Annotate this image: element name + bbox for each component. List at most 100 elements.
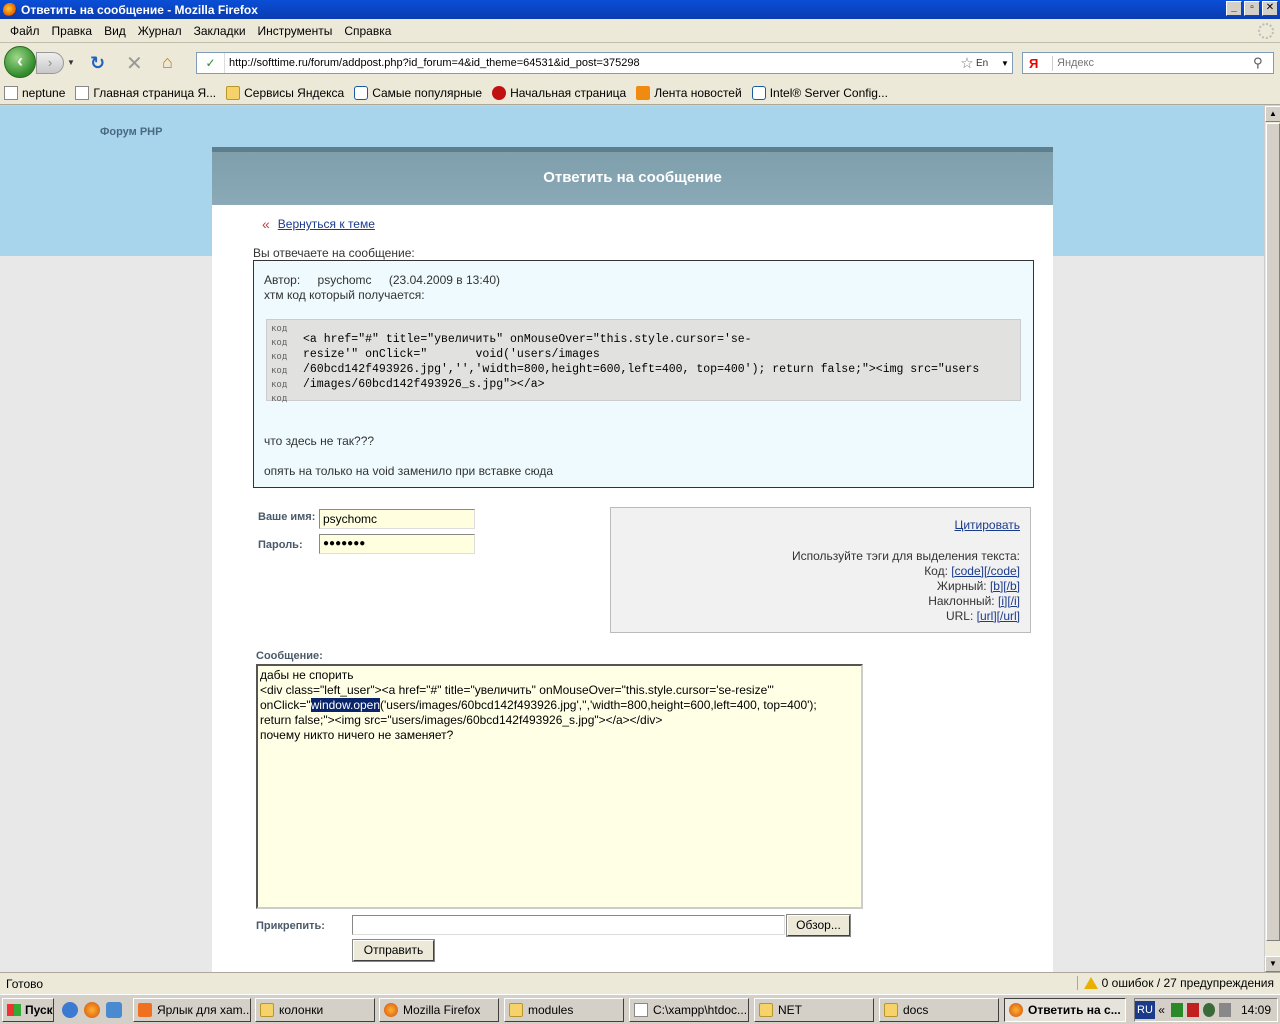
bookmark-news-feed[interactable]: Лента новостей [636,85,742,100]
message-text: что здесь не так??? [264,434,375,448]
bookmark-intel-server[interactable]: Intel® Server Config... [751,85,888,100]
shortcut-icon [138,1003,152,1017]
tag-bold-row: Жирный: [b][/b] [936,579,1020,593]
menu-tools[interactable]: Инструменты [252,24,339,38]
formatting-tags-box: Цитировать Используйте тэги для выделени… [610,507,1031,633]
task-docs[interactable]: docs [879,998,999,1022]
forum-php-link[interactable]: Форум PHP [100,126,162,138]
menu-history[interactable]: Журнал [132,24,188,38]
main-panel: Ответить на сообщение « Вернуться к теме… [212,147,1053,972]
back-to-topic-link[interactable]: Вернуться к теме [278,217,375,231]
cite-link[interactable]: Цитировать [954,518,1020,532]
maximize-button[interactable]: ▫ [1244,1,1260,16]
home-icon[interactable]: ⌂ [162,52,173,73]
bold-tag-link[interactable]: [b][/b] [990,579,1020,593]
bookmark-start-page[interactable]: Начальная страница [492,85,626,100]
code-gutter: код код код код код код [271,324,288,404]
back-button[interactable]: ‹ [4,46,36,78]
error-console-indicator[interactable]: 0 ошибок / 27 предупреждения [1076,976,1274,990]
message-textarea[interactable]: дабы не спорить <div class="left_user"><… [256,664,863,909]
page-icon [75,85,90,100]
bookmark-yandex-services[interactable]: Сервисы Яндекса [226,85,344,100]
task-net[interactable]: NET [754,998,874,1022]
code-tag-link[interactable]: [code][/code] [951,564,1020,578]
menu-view[interactable]: Вид [98,24,132,38]
scrollbar-thumb[interactable] [1266,123,1280,941]
menu-edit[interactable]: Правка [46,24,99,38]
task-firefox[interactable]: Mozilla Firefox [379,998,499,1022]
bookmark-most-popular[interactable]: Самые популярные [354,85,482,100]
page-icon [4,85,18,100]
scroll-up-icon[interactable]: ▲ [1265,106,1280,122]
antivirus-icon[interactable] [1186,1003,1199,1017]
windows-taskbar: Пуск Ярлык для xam... колонки Mozilla Fi… [0,994,1280,1024]
close-button[interactable]: ✕ [1262,1,1278,16]
double-chevron-left-icon: « [262,216,270,232]
url-input[interactable] [225,57,958,69]
italic-tag-link[interactable]: [i][/i] [998,594,1020,608]
tag-url-row: URL: [url][/url] [945,609,1020,623]
task-reply-message[interactable]: Ответить на с... [1004,998,1126,1022]
navigation-toolbar: ‹ › ▼ ↻ ✕ ⌂ ✓ ☆ En ▼ Я ⚲ [0,43,1280,81]
task-modules[interactable]: modules [504,998,624,1022]
menu-help[interactable]: Справка [338,24,397,38]
quicklaunch-icon[interactable] [106,1002,122,1018]
vertical-scrollbar[interactable]: ▲ ▼ [1264,106,1280,972]
page-viewport: Форум PHP Ответить на сообщение « Вернут… [0,106,1264,972]
firefox-icon [384,1003,398,1017]
name-label: Ваше имя: [258,511,316,523]
submit-button[interactable]: Отправить [352,939,435,962]
browse-button[interactable]: Обзор... [786,914,851,937]
language-indicator: En [976,57,989,69]
firefox-icon [1009,1003,1023,1017]
task-xampp-shortcut[interactable]: Ярлык для xam... [133,998,251,1022]
bookmark-neptune[interactable]: neptune [4,85,65,100]
name-input[interactable]: psychomc [319,509,475,529]
url-dropdown-icon[interactable]: ▼ [998,59,1012,68]
menu-bookmarks[interactable]: Закладки [188,24,252,38]
message-date: (23.04.2009 в 13:40) [388,273,501,287]
window-controls: _ ▫ ✕ [1226,1,1278,16]
red-icon [492,85,507,100]
task-kolonki[interactable]: колонки [255,998,375,1022]
url-tag-link[interactable]: [url][/url] [977,609,1020,623]
minimize-button[interactable]: _ [1226,1,1242,16]
menu-bar: Файл Правка Вид Журнал Закладки Инструме… [0,19,1280,43]
start-button[interactable]: Пуск [2,998,54,1022]
search-bar: Я ⚲ [1022,52,1274,74]
history-dropdown-icon[interactable]: ▼ [67,58,75,67]
code-block: код код код код код код <a href="#" titl… [266,319,1021,404]
window-titlebar: Ответить на сообщение - Mozilla Firefox … [0,0,1280,19]
firefox-quicklaunch-icon[interactable] [84,1002,100,1018]
message-text: хтм код который получается: [264,288,425,302]
stop-icon[interactable]: ✕ [126,51,143,76]
status-bar: Готово 0 ошибок / 27 предупреждения [0,972,1280,994]
tags-hint: Используйте тэги для выделения текста: [792,549,1020,563]
menu-file[interactable]: Файл [4,24,46,38]
forward-button[interactable]: › [36,52,64,74]
password-input[interactable]: ●●●●●●● [319,534,475,554]
site-identity-icon[interactable]: ✓ [197,53,225,73]
bookmark-star-icon[interactable]: ☆ [958,54,976,72]
yandex-icon[interactable]: Я [1023,55,1053,71]
folder-icon [884,1003,898,1017]
ie-icon[interactable] [62,1002,78,1018]
reload-icon[interactable]: ↻ [90,53,105,74]
window-title: Ответить на сообщение - Mozilla Firefox [21,2,258,17]
reply-to-label: Вы отвечаете на сообщение: [253,246,415,260]
search-input[interactable] [1053,57,1253,69]
bookmark-yandex-home[interactable]: Главная страница Я... [75,85,216,100]
tray-expand-icon[interactable]: « [1158,1003,1165,1017]
tray-app-icon[interactable] [1202,1003,1215,1017]
search-icon[interactable]: ⚲ [1253,55,1273,71]
throbber-icon [1258,23,1274,39]
task-xampp-htdocs[interactable]: C:\xampp\htdoc... [629,998,749,1022]
quoted-message: Автор: psychomc (23.04.2009 в 13:40) хтм… [253,260,1034,488]
attach-file-input[interactable] [352,915,785,935]
volume-icon[interactable] [1218,1003,1231,1017]
bookmark-icon [354,85,369,100]
system-tray: « 14:09 [1134,998,1278,1022]
scroll-down-icon[interactable]: ▼ [1265,956,1280,972]
tag-code-row: Код: [code][/code] [924,564,1020,578]
network-icon[interactable] [1170,1003,1183,1017]
